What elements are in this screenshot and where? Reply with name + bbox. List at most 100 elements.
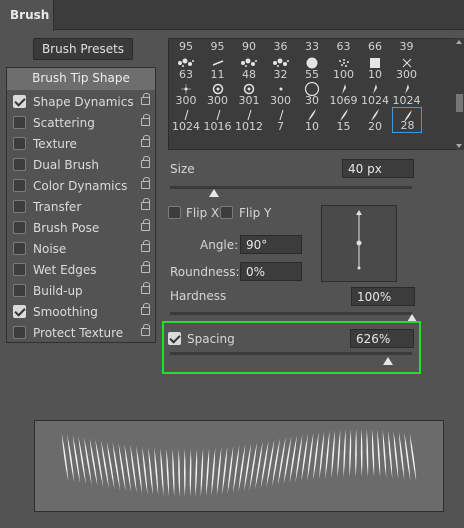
brush-preset-cell[interactable]: 48	[234, 55, 264, 81]
brush-preset-cell[interactable]: 10	[297, 107, 327, 133]
brush-preset-cell[interactable]: 10	[360, 55, 390, 81]
lock-icon[interactable]	[141, 282, 150, 294]
spacing-slider-track[interactable]	[170, 352, 412, 355]
lock-icon[interactable]	[141, 135, 150, 147]
brush-dab	[371, 429, 375, 478]
brush-preset-cell[interactable]: 11	[203, 55, 233, 81]
option-scattering[interactable]: Scattering	[7, 113, 155, 134]
brush-preset-cell[interactable]: 15	[329, 107, 359, 133]
size-input[interactable]: 40 px	[342, 159, 414, 178]
brush-preset-cell[interactable]: 7	[266, 107, 296, 133]
spacing-checkbox[interactable]	[168, 332, 181, 345]
option-checkbox[interactable]	[13, 263, 26, 276]
brush-preset-cell[interactable]: 39	[392, 39, 422, 53]
angle-input[interactable]: 90°	[240, 235, 302, 254]
brush-preset-cell[interactable]: 36	[266, 39, 296, 53]
brush-grid-scrollbar[interactable]	[455, 38, 464, 150]
brush-presets-button[interactable]: Brush Presets	[33, 38, 133, 60]
spacing-input[interactable]: 626%	[350, 329, 414, 348]
tab-brush[interactable]: Brush	[0, 0, 54, 31]
brush-preset-cell-selected[interactable]: 28	[391, 107, 422, 133]
scroll-thumb[interactable]	[456, 94, 463, 112]
brush-preset-cell[interactable]: 300	[203, 81, 233, 107]
roundness-input[interactable]: 0%	[240, 262, 302, 281]
brush-preset-cell[interactable]: 55	[297, 55, 327, 81]
option-shape-dynamics[interactable]: Shape Dynamics	[7, 92, 155, 113]
lock-icon[interactable]	[141, 198, 150, 210]
option-dual-brush[interactable]: Dual Brush	[7, 155, 155, 176]
lock-icon[interactable]	[141, 93, 150, 105]
brush-preset-cell[interactable]: 300	[171, 81, 201, 107]
brush-dab	[307, 432, 314, 481]
option-smoothing[interactable]: Smoothing	[7, 302, 155, 323]
brush-preset-cell[interactable]: 1012	[234, 107, 264, 133]
lock-icon[interactable]	[141, 177, 150, 189]
brush-tip-shape-item[interactable]: Brush Tip Shape	[7, 68, 155, 90]
brush-preset-cell[interactable]: 66	[360, 39, 390, 53]
brush-preset-cell[interactable]: 301	[234, 81, 264, 107]
option-transfer[interactable]: Transfer	[7, 197, 155, 218]
brush-dab	[160, 448, 164, 497]
size-slider-track[interactable]	[170, 186, 412, 189]
option-texture[interactable]: Texture	[7, 134, 155, 155]
hardness-input[interactable]: 100%	[351, 287, 415, 306]
brush-preset-cell[interactable]: 33	[297, 39, 327, 53]
option-checkbox[interactable]	[13, 242, 26, 255]
brush-dab	[148, 447, 153, 496]
option-checkbox[interactable]	[13, 221, 26, 234]
brush-preset-cell[interactable]: 95	[203, 39, 233, 53]
brush-dab	[366, 429, 369, 478]
brush-size-label: 300	[270, 94, 291, 107]
brush-preset-cell[interactable]: 1024	[392, 81, 422, 107]
brush-preset-cell[interactable]: 90	[234, 39, 264, 53]
hardness-slider-track[interactable]	[170, 312, 412, 315]
option-wet-edges[interactable]: Wet Edges	[7, 260, 155, 281]
brush-preset-cell[interactable]: 30	[297, 81, 327, 107]
lock-icon[interactable]	[141, 156, 150, 168]
option-checkbox[interactable]	[13, 179, 26, 192]
lock-icon[interactable]	[141, 114, 150, 126]
brush-preset-cell[interactable]: 1024	[171, 107, 201, 133]
option-checkbox[interactable]	[13, 158, 26, 171]
option-checkbox[interactable]	[13, 137, 26, 150]
lock-icon[interactable]	[141, 324, 150, 336]
brush-dab	[172, 448, 175, 497]
option-brush-pose[interactable]: Brush Pose	[7, 218, 155, 239]
brush-preset-cell[interactable]: 63	[329, 39, 359, 53]
brush-tip-grid: 95 95 90 36 33 63 66 39 63 11 48 32 55 100 10 300 300 300…	[168, 38, 456, 150]
scroll-up-icon[interactable]	[456, 40, 462, 44]
option-checkbox[interactable]	[13, 284, 26, 297]
flip-x-checkbox[interactable]	[168, 206, 181, 219]
brush-preset-cell[interactable]: 1024	[360, 81, 390, 107]
option-checkbox[interactable]	[13, 200, 26, 213]
brush-preset-cell[interactable]: 1016	[203, 107, 233, 133]
option-checkbox[interactable]	[13, 305, 26, 318]
size-slider-thumb[interactable]	[208, 189, 219, 197]
brush-preset-cell[interactable]: 300	[392, 55, 422, 81]
brush-preset-cell[interactable]: 63	[171, 55, 201, 81]
option-checkbox[interactable]	[13, 116, 26, 129]
option-build-up[interactable]: Build-up	[7, 281, 155, 302]
brush-preset-cell[interactable]: 20	[360, 107, 390, 133]
flip-y-checkbox[interactable]	[220, 206, 233, 219]
brush-preset-cell[interactable]: 1069	[329, 81, 359, 107]
angle-roundness-preview[interactable]	[321, 205, 397, 282]
brush-size-label: 63	[179, 68, 193, 81]
brush-preset-cell[interactable]: 32	[266, 55, 296, 81]
spacing-slider-thumb[interactable]	[382, 357, 393, 365]
brush-preset-cell[interactable]: 300	[266, 81, 296, 107]
lock-icon[interactable]	[141, 261, 150, 273]
option-checkbox[interactable]	[13, 326, 26, 339]
lock-icon[interactable]	[141, 303, 150, 315]
option-label: Protect Texture	[33, 326, 124, 340]
brush-preset-cell[interactable]: 100	[329, 55, 359, 81]
option-color-dynamics[interactable]: Color Dynamics	[7, 176, 155, 197]
brush-size-label: 1012	[235, 120, 263, 133]
brush-preset-cell[interactable]: 95	[171, 39, 201, 53]
scroll-down-icon[interactable]	[456, 144, 462, 148]
option-noise[interactable]: Noise	[7, 239, 155, 260]
option-protect-texture[interactable]: Protect Texture	[7, 323, 155, 344]
lock-icon[interactable]	[141, 240, 150, 252]
option-checkbox[interactable]	[13, 95, 26, 108]
lock-icon[interactable]	[141, 219, 150, 231]
